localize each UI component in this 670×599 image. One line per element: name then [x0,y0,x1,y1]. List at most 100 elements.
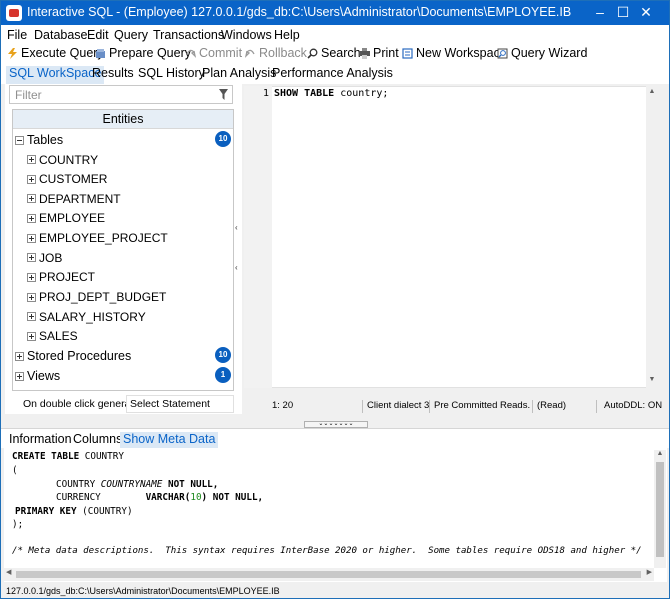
menu-help[interactable]: Help [274,28,300,42]
meta-column-type: VARCHAR( [145,492,191,503]
meta-keyword: CREATE TABLE [12,451,80,462]
meta-line: ); [12,519,24,530]
tab-plan-analysis[interactable]: Plan Analysis [199,66,279,84]
stored-procedures-expander[interactable] [15,352,24,361]
tab-sql-history[interactable]: SQL History [135,66,208,84]
horizontal-splitter[interactable]: ⌄⌄⌄⌄⌄⌄⌄ [304,421,368,428]
filter-input[interactable]: Filter [9,85,233,104]
stored-procedures-count-badge: 10 [215,347,231,363]
tree-table-salary-history[interactable]: SALARY_HISTORY [39,308,146,326]
table-expander[interactable] [27,234,36,243]
toolbar: Execute Query Prepare Query Commit Rollb… [1,45,669,64]
client-dialect: Client dialect 3 [367,400,430,411]
search-label: Search [321,46,361,60]
cursor-position: 1: 20 [272,400,294,411]
table-expander[interactable] [27,214,36,223]
menu-windows[interactable]: Windows [221,28,272,42]
scroll-down-icon[interactable]: ▼ [646,376,658,383]
search-icon [307,48,318,59]
tree-table-department[interactable]: DEPARTMENT [39,190,121,208]
tree-table-employee[interactable]: EMPLOYEE [39,209,105,227]
meta-line: CURRENCY VARCHAR(10) NOT NULL, [56,492,263,503]
scroll-up-icon[interactable]: ▲ [646,88,658,95]
filter-icon[interactable] [219,89,228,101]
meta-data-view[interactable]: CREATE TABLE COUNTRY ( COUNTRY COUNTRYNA… [4,448,667,582]
table-expander[interactable] [27,194,36,203]
menu-query[interactable]: Query [114,28,148,42]
commit-icon [186,49,196,58]
tables-expander[interactable] [15,136,24,145]
tree-stored-procedures[interactable]: Stored Procedures [27,347,131,365]
query-wizard-label: Query Wizard [511,46,588,60]
table-expander[interactable] [27,253,36,262]
entities-header: Entities [13,110,233,129]
bottom-tab-bar: Information Columns Show Meta Data [1,428,669,450]
meta-comment: /* Meta data descriptions. This syntax r… [12,546,642,556]
print-button[interactable]: Print [359,46,399,60]
tree-table-project[interactable]: PROJECT [39,268,95,286]
menu-edit[interactable]: Edit [87,28,109,42]
chevron-left-icon[interactable]: ‹ [235,263,238,272]
tree-table-job[interactable]: JOB [39,249,62,267]
editor-vertical-scrollbar[interactable]: ▲ ▼ [646,86,658,388]
window-title: Interactive SQL - (Employee) 127.0.0.1/g… [27,5,572,19]
new-workspace-button[interactable]: New Workspace [402,46,507,60]
menu-transactions[interactable]: Transactions [153,28,224,42]
meta-keyword: NOT NULL, [167,479,219,490]
tree-table-customer[interactable]: CUSTOMER [39,170,107,188]
meta-horizontal-thumb[interactable] [16,571,641,578]
meta-line: COUNTRY COUNTRYNAME NOT NULL, [56,479,218,490]
prepare-query-label: Prepare Query [109,46,191,60]
meta-column-name: COUNTRY [56,479,96,490]
lightning-icon [8,47,17,59]
double-click-select[interactable]: Select Statement [126,395,234,413]
tree-table-employee-project[interactable]: EMPLOYEE_PROJECT [39,229,168,247]
filter-placeholder: Filter [15,88,42,102]
scroll-right-icon[interactable]: ▶ [647,568,652,576]
tree-table-country[interactable]: COUNTRY [39,151,98,169]
rollback-label: Rollback [259,46,307,60]
menu-database[interactable]: Database [34,28,88,42]
meta-vertical-thumb[interactable] [656,462,664,557]
table-expander[interactable] [27,312,36,321]
menu-file[interactable]: File [7,28,27,42]
search-button[interactable]: Search [307,46,361,60]
panel-splitter[interactable]: ‹ ‹ [235,223,241,279]
scroll-left-icon[interactable]: ◀ [6,568,11,576]
commit-label: Commit [199,46,243,60]
query-wizard-button[interactable]: Query Wizard [497,46,587,60]
table-expander[interactable] [27,293,36,302]
interactive-sql-window: Interactive SQL - (Employee) 127.0.0.1/g… [0,0,670,599]
scroll-up-icon[interactable]: ▲ [654,450,666,457]
execute-query-label: Execute Query [21,46,104,60]
tree-table-proj-dept-budget[interactable]: PROJ_DEPT_BUDGET [39,288,166,306]
close-button[interactable]: ✕ [623,1,669,25]
table-expander[interactable] [27,175,36,184]
table-expander[interactable] [27,332,36,341]
tree-views[interactable]: Views [27,367,60,385]
tab-performance-analysis[interactable]: Performance Analysis [269,66,396,84]
table-expander[interactable] [27,155,36,164]
print-label: Print [373,46,399,60]
table-expander[interactable] [27,273,36,282]
status-bar: 127.0.0.1/gds_db:C:\Users\Administrator\… [1,583,669,598]
new-workspace-label: New Workspace [416,46,507,60]
meta-keyword: NOT NULL, [212,492,264,503]
prepare-query-button[interactable]: Prepare Query [95,46,191,60]
commit-button[interactable]: Commit [185,46,242,60]
sql-editor[interactable] [244,86,658,388]
tree-tables[interactable]: Tables [27,131,63,149]
meta-number: 10 [190,492,202,503]
tree-table-sales[interactable]: SALES [39,327,78,345]
meta-column-type: COUNTRYNAME [100,479,163,490]
line-number: 1 [262,88,269,99]
execute-query-button[interactable]: Execute Query [7,46,104,60]
chevron-left-icon[interactable]: ‹ [235,223,238,232]
tab-results[interactable]: Results [89,66,137,84]
tables-count-badge: 10 [215,131,231,147]
meta-text: (COUNTRY) [76,506,133,517]
rollback-button[interactable]: Rollback [245,46,307,60]
code-keyword: SHOW TABLE [274,88,335,99]
code-line[interactable]: SHOW TABLE country; [274,88,388,99]
views-expander[interactable] [15,372,24,381]
